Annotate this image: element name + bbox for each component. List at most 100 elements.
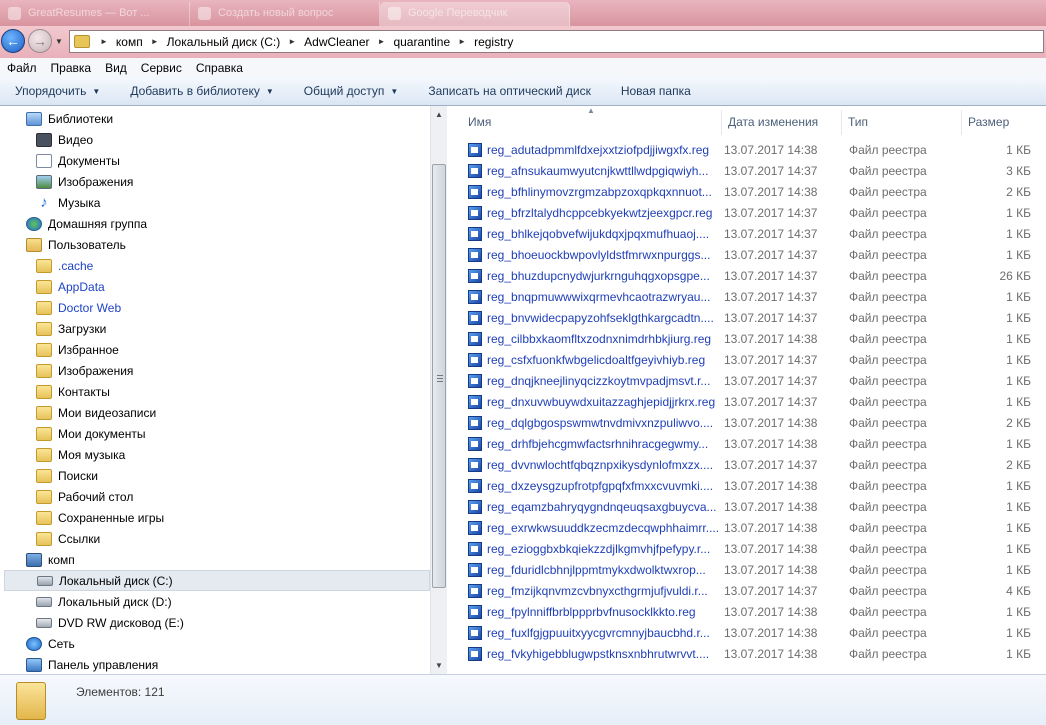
tree-item[interactable]: Мои документы: [36, 423, 145, 444]
breadcrumb-item[interactable]: Локальный диск (C:) ►: [167, 35, 304, 49]
burn-button[interactable]: Записать на оптический диск: [413, 84, 606, 98]
grip-icon: [437, 375, 443, 382]
file-row[interactable]: reg_cilbbxkaomfltxzodnxnimdrhbkjiurg.reg…: [468, 328, 1046, 349]
file-row[interactable]: reg_csfxfuonkfwbgelicdoaltfgeyivhiyb.reg…: [468, 349, 1046, 370]
folder-icon: [36, 321, 52, 336]
tab-3[interactable]: Google Переводчик: [380, 2, 570, 26]
scroll-down-icon[interactable]: ▼: [431, 657, 447, 674]
file-row[interactable]: reg_exrwkwsuuddkzecmzdecqwphhaimrr.... 13…: [468, 517, 1046, 538]
file-row[interactable]: reg_bhuzdupcnydwjurkrnguhqgxopsgpe... 13.…: [468, 265, 1046, 286]
file-size: 2 КБ: [1006, 415, 1031, 430]
file-row[interactable]: reg_drhfbjehcgmwfactsrhnihracgegwmy... 13…: [468, 433, 1046, 454]
tree-item[interactable]: Библиотеки: [26, 108, 113, 129]
file-row[interactable]: reg_eqamzbahryqygndnqeuqsaxgbuycva... 13.…: [468, 496, 1046, 517]
tree-item[interactable]: Doctor Web: [36, 297, 121, 318]
folder-icon: [74, 35, 90, 48]
file-row[interactable]: reg_ezioggbxbkqiekzzdjlkgmvhjfpefypy.r..…: [468, 538, 1046, 559]
file-row[interactable]: reg_bhoeuockbwpovlyldstfmrwxnpurggs... 13…: [468, 244, 1046, 265]
file-row[interactable]: reg_adutadpmmlfdxejxxtziofpdjjiwgxfx.reg…: [468, 139, 1046, 160]
file-row[interactable]: reg_fvkyhigebblugwpstknsxnbhrutwrvvt....…: [468, 643, 1046, 664]
file-row[interactable]: reg_dvvnwlochtfqbqznpxikysdynlofmxzx....…: [468, 454, 1046, 475]
menu-help[interactable]: Справка: [189, 61, 250, 75]
file-row[interactable]: reg_dnxuvwbuywdxuitazzaghjepidjjrkrx.reg…: [468, 391, 1046, 412]
tab-1[interactable]: GreatResumes — Вот ...: [0, 2, 190, 26]
tree-item-label: AppData: [58, 279, 105, 294]
file-row[interactable]: reg_fpylnniffbrblppprbvfnusocklkkto.reg 1…: [468, 601, 1046, 622]
tree-item[interactable]: Изображения: [36, 171, 133, 192]
file-row[interactable]: reg_dxzeysgzupfrotpfgpqfxfmxxcvuvmki....…: [468, 475, 1046, 496]
tree-item[interactable]: Поиски: [36, 465, 98, 486]
tree-item[interactable]: Моя музыка: [36, 444, 125, 465]
scroll-up-icon[interactable]: ▲: [431, 106, 447, 123]
file-name: reg_eqamzbahryqygndnqeuqsaxgbuycva...: [487, 499, 717, 514]
tree-item[interactable]: Избранное: [36, 339, 119, 360]
file-size: 1 КБ: [1006, 604, 1031, 619]
history-dropdown-icon[interactable]: ▼: [55, 37, 63, 46]
file-row[interactable]: reg_bnqpmuwwwixqrmevhcaotrazwryau... 13.0…: [468, 286, 1046, 307]
add-to-library-button[interactable]: Добавить в библиотеку ▼: [115, 84, 288, 98]
registry-file-icon: [468, 310, 482, 325]
tree-item[interactable]: Изображения: [36, 360, 133, 381]
tree-item[interactable]: Контакты: [36, 381, 110, 402]
forward-button[interactable]: →: [28, 29, 52, 53]
tree-item[interactable]: Видео: [36, 129, 93, 150]
share-button[interactable]: Общий доступ ▼: [289, 84, 414, 98]
tree-item[interactable]: AppData: [36, 276, 105, 297]
file-date: 13.07.2017 14:37: [724, 457, 818, 472]
tree-item[interactable]: Рабочий стол: [36, 486, 133, 507]
tab-2[interactable]: Создать новый вопрос: [190, 2, 380, 26]
column-size-header[interactable]: Размер: [962, 110, 1046, 135]
tree-item[interactable]: Панель управления: [26, 654, 158, 674]
tree-item[interactable]: Сеть: [26, 633, 75, 654]
breadcrumb-root[interactable]: ►: [98, 37, 116, 46]
tree-item[interactable]: Сохраненные игры: [36, 507, 164, 528]
tree-item[interactable]: .cache: [36, 255, 93, 276]
video-icon: [36, 132, 52, 147]
breadcrumb-item[interactable]: комп ►: [116, 35, 167, 49]
address-bar[interactable]: ► комп ► Локальный диск (C:) ► AdwCleaner ►…: [69, 30, 1044, 53]
tree-item[interactable]: Документы: [36, 150, 120, 171]
tree-item-label: Видео: [58, 132, 94, 147]
folder-icon: [16, 682, 46, 720]
music-icon: ♪: [40, 193, 48, 211]
new-folder-button[interactable]: Новая папка: [606, 84, 706, 98]
tree-item[interactable]: Мои видеозаписи: [36, 402, 156, 423]
file-row[interactable]: reg_bfrzltalydhcppcebkyekwtzjeexgpcr.reg…: [468, 202, 1046, 223]
file-row[interactable]: reg_bfhlinymovzrgmzabpzoxqpkqxnnuot... 13…: [468, 181, 1046, 202]
navigation-scrollbar[interactable]: ▲ ▼: [430, 106, 447, 674]
tree-item[interactable]: Локальный диск (D:): [36, 591, 172, 612]
tree-item[interactable]: Загрузки: [36, 318, 106, 339]
back-button[interactable]: ←: [1, 29, 25, 53]
column-name-header[interactable]: Имя: [450, 110, 722, 135]
tree-item[interactable]: DVD RW дисковод (E:): [36, 612, 184, 633]
file-row[interactable]: reg_bhlkejqobvefwijukdqxjpqxmufhuaoj....…: [468, 223, 1046, 244]
tree-item[interactable]: Ссылки: [36, 528, 100, 549]
file-name: reg_fvkyhigebblugwpstknsxnbhrutwrvvt....: [487, 646, 710, 661]
scrollbar-thumb[interactable]: [432, 164, 446, 588]
breadcrumb-item[interactable]: AdwCleaner ►: [304, 35, 393, 49]
registry-file-icon: [468, 478, 482, 493]
menu-bar: Файл Правка Вид Сервис Справка: [0, 58, 1046, 77]
menu-file[interactable]: Файл: [0, 61, 44, 75]
file-row[interactable]: reg_fuxlfgjgpuuitxyycgvrcmnyjbaucbhd.r..…: [468, 622, 1046, 643]
file-row[interactable]: reg_afnsukaumwyutcnjkwttllwdpgiqwiyh... 1…: [468, 160, 1046, 181]
column-date-header[interactable]: Дата изменения: [722, 110, 842, 135]
menu-edit[interactable]: Правка: [44, 61, 99, 75]
menu-view[interactable]: Вид: [98, 61, 134, 75]
breadcrumb-item[interactable]: quarantine ►: [393, 35, 474, 49]
tree-item[interactable]: Пользователь: [26, 234, 126, 255]
tree-item[interactable]: комп: [26, 549, 75, 570]
tree-item[interactable]: Домашняя группа: [26, 213, 147, 234]
file-row[interactable]: reg_fmzijkqnvmzcvbnyxcthgrmjufjvuldi.r..…: [468, 580, 1046, 601]
file-row[interactable]: reg_fduridlcbhnjlppmtmykxdwolktwxrop... 1…: [468, 559, 1046, 580]
menu-tools[interactable]: Сервис: [134, 61, 189, 75]
tree-item-label: Рабочий стол: [58, 489, 134, 504]
tree-item[interactable]: ♪ Музыка: [36, 192, 100, 213]
organize-button[interactable]: Упорядочить ▼: [0, 84, 115, 98]
tree-item[interactable]: Локальный диск (C:): [4, 570, 430, 591]
file-row[interactable]: reg_bnvwidecpapyzohfseklgthkargcadtn....…: [468, 307, 1046, 328]
column-type-header[interactable]: Тип: [842, 110, 962, 135]
breadcrumb-item[interactable]: registry: [474, 35, 513, 49]
file-row[interactable]: reg_dqlgbgospswmwtnvdmivxnzpuliwvo.... 13…: [468, 412, 1046, 433]
file-row[interactable]: reg_dnqjkneejlinyqcizzkoytmvpadjmsvt.r..…: [468, 370, 1046, 391]
